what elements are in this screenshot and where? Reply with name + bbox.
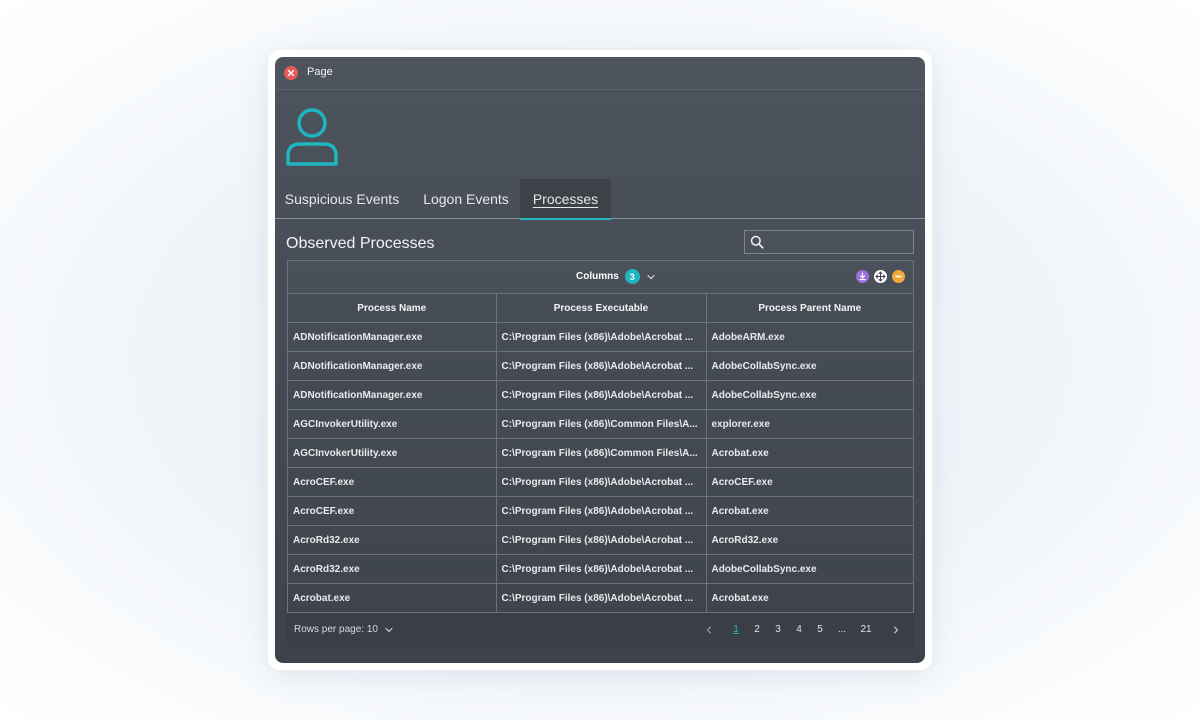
page-5[interactable]: 5	[813, 624, 827, 635]
table-row[interactable]: Acrobat.exe C:\Program Files (x86)\Adobe…	[288, 583, 913, 612]
processes-table: Columns 3 Process Name Process Executabl…	[287, 260, 914, 613]
table-row[interactable]: ADNotificationManager.exe C:\Program Fil…	[288, 322, 913, 352]
page-window: Page Suspicious Events Logon Events Proc…	[275, 57, 925, 663]
user-icon	[286, 108, 338, 166]
close-button[interactable]	[284, 66, 298, 80]
tab-processes[interactable]: Processes	[520, 179, 611, 220]
cell-process-executable: C:\Program Files (x86)\Adobe\Acrobat ...	[496, 467, 707, 497]
cell-process-parent-name: AcroCEF.exe	[706, 467, 913, 497]
search-input[interactable]	[769, 233, 913, 253]
tab-label: Processes	[532, 191, 599, 207]
cell-process-name: AcroRd32.exe	[288, 525, 497, 555]
cell-process-executable: C:\Program Files (x86)\Adobe\Acrobat ...	[496, 496, 707, 526]
chevron-right-icon[interactable]	[891, 625, 901, 635]
tab-label: Logon Events	[423, 191, 509, 207]
move-icon	[875, 271, 886, 282]
cell-process-executable: C:\Program Files (x86)\Common Files\A...	[496, 409, 707, 439]
page-4[interactable]: 4	[792, 624, 806, 635]
cell-process-executable: C:\Program Files (x86)\Adobe\Acrobat ...	[496, 583, 707, 612]
cell-process-name: ADNotificationManager.exe	[288, 380, 497, 410]
page-2[interactable]: 2	[750, 624, 764, 635]
cell-process-name: AGCInvokerUtility.exe	[288, 409, 497, 439]
download-button[interactable]	[856, 270, 869, 283]
collapse-icon	[895, 275, 902, 278]
download-icon	[859, 272, 866, 281]
columns-label: Columns	[576, 271, 619, 282]
header-process-executable[interactable]: Process Executable	[496, 294, 707, 323]
pagination: 1 2 3 4 5 ... 21	[287, 613, 914, 647]
table-row[interactable]: AcroCEF.exe C:\Program Files (x86)\Adobe…	[288, 467, 913, 497]
tab-logon-events[interactable]: Logon Events	[411, 179, 521, 219]
cell-process-parent-name: Acrobat.exe	[711, 592, 769, 604]
cell-process-executable: C:\Program Files (x86)\Common Files\A...	[496, 438, 707, 468]
table-row[interactable]: AGCInvokerUtility.exe C:\Program Files (…	[288, 438, 913, 468]
window-title: Page	[307, 66, 333, 78]
move-button[interactable]	[874, 270, 887, 283]
cell-process-parent-name: explorer.exe	[706, 409, 913, 439]
cell-process-name: Acrobat.exe	[288, 583, 497, 612]
cell-process-executable: C:\Program Files (x86)\Adobe\Acrobat ...	[496, 554, 707, 584]
cell-process-name: AcroCEF.exe	[288, 496, 497, 526]
cell-process-parent-name: Acrobat.exe	[706, 438, 913, 468]
tab-label: Suspicious Events	[284, 191, 400, 207]
table-row[interactable]: AcroCEF.exe C:\Program Files (x86)\Adobe…	[288, 496, 913, 526]
close-icon	[287, 69, 295, 77]
cell-process-parent-name: AdobeCollabSync.exe	[706, 554, 913, 584]
tab-suspicious-events[interactable]: Suspicious Events	[275, 179, 409, 219]
cell-process-executable: C:\Program Files (x86)\Adobe\Acrobat ...	[496, 380, 707, 410]
table-footer: Rows per page: 10 1 2 3 4 5 ... 21	[287, 613, 914, 647]
cell-process-parent-name: Acrobat.exe	[706, 496, 913, 526]
tab-bar: Suspicious Events Logon Events Processes	[275, 179, 925, 220]
cell-process-name: ADNotificationManager.exe	[288, 322, 497, 352]
cell-process-name: AcroCEF.exe	[288, 467, 497, 497]
header-process-parent-name[interactable]: Process Parent Name	[706, 294, 913, 323]
columns-button[interactable]: Columns 3	[576, 269, 656, 284]
title-bar: Page	[275, 57, 925, 90]
cell-process-name: ADNotificationManager.exe	[288, 351, 497, 381]
cell-process-parent-name: AdobeARM.exe	[706, 322, 913, 352]
columns-toolbar: Columns 3	[288, 261, 913, 294]
cell-process-name: AGCInvokerUtility.exe	[288, 438, 497, 468]
data-grid: Process Name Process Executable Process …	[288, 294, 913, 612]
search-box[interactable]	[744, 230, 914, 254]
search-icon	[750, 235, 764, 249]
page-ellipsis: ...	[837, 624, 847, 635]
cell-process-parent-name: AcroRd32.exe	[706, 525, 913, 555]
page-21[interactable]: 21	[857, 624, 875, 635]
collapse-button[interactable]	[892, 270, 905, 283]
header-process-name[interactable]: Process Name	[288, 294, 497, 323]
toolbar-icons	[856, 270, 905, 283]
page-3[interactable]: 3	[771, 624, 785, 635]
table-row[interactable]: AGCInvokerUtility.exe C:\Program Files (…	[288, 409, 913, 439]
cell-process-executable: C:\Program Files (x86)\Adobe\Acrobat ...	[496, 525, 707, 555]
cell-process-name: AcroRd32.exe	[288, 554, 497, 584]
header-row: Process Name Process Executable Process …	[288, 294, 913, 323]
cell-process-parent-name: AdobeCollabSync.exe	[706, 380, 913, 410]
table-row[interactable]: AcroRd32.exe C:\Program Files (x86)\Adob…	[288, 554, 913, 584]
columns-count-badge: 3	[624, 269, 640, 284]
chevron-left-icon[interactable]	[704, 625, 714, 635]
table-row[interactable]: AcroRd32.exe C:\Program Files (x86)\Adob…	[288, 525, 913, 555]
cell-process-executable: C:\Program Files (x86)\Adobe\Acrobat ...	[496, 322, 707, 352]
table-row[interactable]: ADNotificationManager.exe C:\Program Fil…	[288, 351, 913, 381]
cell-process-executable: C:\Program Files (x86)\Adobe\Acrobat ...	[496, 351, 707, 381]
section-title: Observed Processes	[286, 235, 435, 252]
chevron-down-icon	[647, 274, 655, 279]
page-1[interactable]: 1	[729, 624, 743, 635]
table-row[interactable]: ADNotificationManager.exe C:\Program Fil…	[288, 380, 913, 410]
cell-process-parent-name: AdobeCollabSync.exe	[706, 351, 913, 381]
